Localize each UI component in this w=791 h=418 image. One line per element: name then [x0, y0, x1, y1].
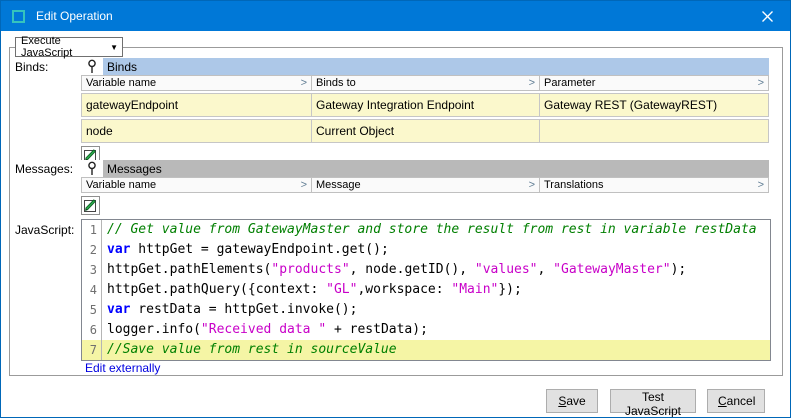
table-cell[interactable] [539, 119, 769, 143]
close-icon [762, 11, 773, 22]
line-number: 7 [82, 340, 102, 360]
code-line[interactable]: 7//Save value from rest in sourceValue [82, 340, 770, 360]
edit-operation-dialog: Edit Operation Execute JavaScript ▼ Bind… [0, 0, 791, 418]
code-line-text: //Save value from rest in sourceValue [102, 340, 397, 360]
binds-table-row[interactable]: nodeCurrent Object [81, 119, 769, 143]
operation-type-value: Execute JavaScript [21, 35, 110, 59]
sort-direction-icon: > [758, 77, 764, 89]
messages-edit-rows-button[interactable] [81, 196, 100, 215]
table-cell[interactable]: gatewayEndpoint [81, 93, 311, 117]
cancel-button[interactable]: Cancel [707, 389, 765, 413]
binds-column-headers: Variable name > Binds to > Parameter > [81, 75, 769, 91]
column-header-label: Binds to [316, 77, 356, 89]
app-icon [12, 10, 25, 23]
binds-panel-title: Binds [81, 58, 769, 75]
code-line[interactable]: 4httpGet.pathQuery({context: "GL",worksp… [82, 280, 770, 300]
close-button[interactable] [745, 1, 790, 31]
code-line[interactable]: 6logger.info("Received data " + restData… [82, 320, 770, 340]
messages-label: Messages: [15, 162, 73, 176]
messages-panel-title: Messages [81, 160, 769, 177]
column-header-label: Translations [544, 179, 604, 191]
sort-direction-icon: > [529, 77, 535, 89]
code-line-text: httpGet.pathQuery({context: "GL",workspa… [102, 280, 522, 300]
pencil-icon [83, 198, 98, 213]
line-number: 4 [82, 280, 102, 300]
save-button[interactable]: Save [546, 389, 598, 413]
line-number: 5 [82, 300, 102, 320]
messages-column-header[interactable]: Message > [311, 177, 539, 193]
line-number: 1 [82, 220, 102, 240]
binds-column-header[interactable]: Parameter > [539, 75, 769, 91]
edit-externally-link[interactable]: Edit externally [85, 361, 160, 375]
window-title: Edit Operation [36, 9, 113, 23]
column-header-label: Parameter [544, 77, 595, 89]
code-line[interactable]: 1// Get value from GatewayMaster and sto… [82, 220, 770, 240]
binds-panel: Binds Variable name>Binds to>Parameter> … [81, 58, 769, 165]
table-cell[interactable]: Gateway REST (GatewayREST) [539, 93, 769, 117]
operation-type-select[interactable]: Execute JavaScript ▼ [15, 37, 123, 57]
javascript-code-editor[interactable]: 1// Get value from GatewayMaster and sto… [81, 219, 771, 361]
chevron-down-icon: ▼ [110, 43, 118, 52]
column-header-label: Variable name [86, 77, 156, 89]
messages-column-header[interactable]: Translations > [539, 177, 769, 193]
code-line[interactable]: 2var httpGet = gatewayEndpoint.get(); [82, 240, 770, 260]
sort-direction-icon: > [758, 179, 764, 191]
sort-direction-icon: > [301, 179, 307, 191]
sort-direction-icon: > [301, 77, 307, 89]
table-cell[interactable]: node [81, 119, 311, 143]
messages-column-headers: Variable name > Message > Translations > [81, 177, 769, 193]
messages-panel: Messages Variable name>Message>Translati… [81, 160, 769, 215]
titlebar: Edit Operation [1, 1, 790, 31]
code-line[interactable]: 5var restData = httpGet.invoke(); [82, 300, 770, 320]
column-header-label: Message [316, 179, 361, 191]
code-line-text: // Get value from GatewayMaster and stor… [102, 220, 757, 240]
binds-panel-header[interactable]: Binds [103, 58, 769, 75]
table-cell[interactable]: Current Object [311, 119, 539, 143]
line-number: 6 [82, 320, 102, 340]
test-javascript-button[interactable]: Test JavaScript [610, 389, 696, 413]
binds-table-row[interactable]: gatewayEndpointGateway Integration Endpo… [81, 93, 769, 117]
code-line-text: var httpGet = gatewayEndpoint.get(); [102, 240, 389, 260]
code-line-text: var restData = httpGet.invoke(); [102, 300, 357, 320]
table-cell[interactable]: Gateway Integration Endpoint [311, 93, 539, 117]
line-number: 2 [82, 240, 102, 260]
binds-rows: gatewayEndpointGateway Integration Endpo… [81, 93, 769, 143]
code-line-text: logger.info("Received data " + restData)… [102, 320, 428, 340]
column-header-label: Variable name [86, 179, 156, 191]
line-number: 3 [82, 260, 102, 280]
messages-panel-header[interactable]: Messages [103, 160, 769, 177]
pin-icon [81, 160, 103, 177]
javascript-label: JavaScript: [15, 223, 74, 237]
code-line-text: httpGet.pathElements("products", node.ge… [102, 260, 686, 280]
messages-column-header[interactable]: Variable name > [81, 177, 311, 193]
binds-column-header[interactable]: Variable name > [81, 75, 311, 91]
code-line[interactable]: 3httpGet.pathElements("products", node.g… [82, 260, 770, 280]
binds-label: Binds: [15, 60, 48, 74]
sort-direction-icon: > [529, 179, 535, 191]
pin-icon [81, 58, 103, 75]
binds-column-header[interactable]: Binds to > [311, 75, 539, 91]
